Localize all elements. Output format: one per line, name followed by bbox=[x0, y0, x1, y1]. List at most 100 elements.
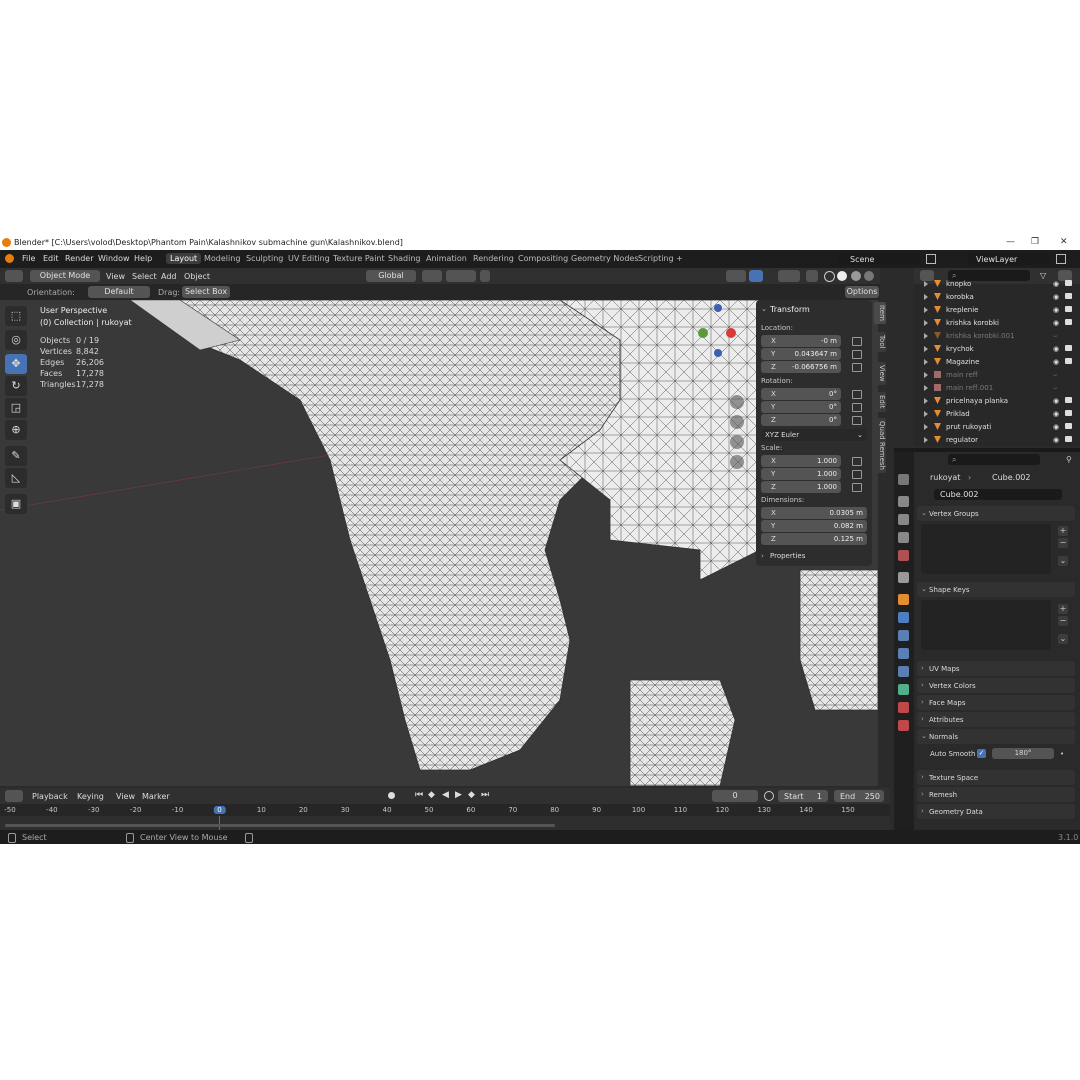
dimensions-z-field[interactable]: Z 0.125 m bbox=[761, 533, 867, 545]
lock-icon[interactable] bbox=[852, 390, 862, 399]
eye-icon[interactable]: ◉ bbox=[1053, 319, 1059, 327]
pan-icon[interactable] bbox=[730, 415, 744, 429]
mode-dropdown[interactable]: Object Mode bbox=[30, 270, 100, 282]
normals-section[interactable]: ⌄ Normals bbox=[917, 729, 1075, 744]
drag-dropdown[interactable]: Select Box bbox=[182, 286, 230, 298]
eye-icon[interactable]: ◉ bbox=[1053, 345, 1059, 353]
camera-view-icon[interactable] bbox=[730, 435, 744, 449]
eye-icon[interactable]: ◉ bbox=[1053, 280, 1059, 288]
face-maps-section[interactable]: › Face Maps bbox=[917, 695, 1075, 710]
close-button[interactable]: ✕ bbox=[1060, 237, 1068, 247]
view-layer-tab-icon[interactable] bbox=[898, 532, 909, 543]
gizmo-y-icon[interactable] bbox=[698, 328, 708, 338]
blender-menu-icon[interactable] bbox=[5, 254, 14, 263]
camera-icon[interactable] bbox=[1065, 280, 1072, 286]
eye-hidden-icon[interactable]: ⌣ bbox=[1053, 384, 1058, 393]
add-cube-icon[interactable]: ▣ bbox=[5, 494, 27, 514]
texture-tab-icon[interactable] bbox=[898, 720, 909, 731]
play-reverse-icon[interactable]: ◀ bbox=[442, 790, 449, 800]
eye-icon[interactable]: ◉ bbox=[1053, 423, 1059, 431]
material-tab-icon[interactable] bbox=[898, 702, 909, 713]
orientation-dropdown[interactable]: Default bbox=[88, 286, 150, 298]
camera-icon[interactable] bbox=[1065, 410, 1072, 416]
tab-geometry-nodes[interactable]: Geometry Nodes bbox=[567, 253, 642, 264]
expand-icon[interactable] bbox=[924, 424, 928, 430]
rotation-y-field[interactable]: Y 0° bbox=[761, 401, 841, 413]
pivot-icon[interactable] bbox=[422, 270, 442, 282]
lock-icon[interactable] bbox=[852, 416, 862, 425]
tab-item[interactable]: Item bbox=[874, 302, 886, 324]
geometry-data-section[interactable]: › Geometry Data bbox=[917, 804, 1075, 819]
camera-icon[interactable] bbox=[1065, 423, 1072, 429]
outliner-row[interactable]: prut rukoyati ◉ bbox=[914, 421, 1080, 434]
menu-render[interactable]: Render bbox=[65, 254, 93, 263]
lock-icon[interactable] bbox=[852, 337, 862, 346]
output-tab-icon[interactable] bbox=[898, 514, 909, 525]
outliner-row[interactable]: korobka ◉ bbox=[914, 291, 1080, 304]
vertex-groups-list[interactable] bbox=[921, 524, 1051, 574]
menu-keying[interactable]: Keying bbox=[77, 792, 104, 801]
expand-icon[interactable] bbox=[924, 372, 928, 378]
current-frame-field[interactable]: 0 bbox=[712, 790, 758, 802]
tab-shading[interactable]: Shading bbox=[384, 253, 425, 264]
auto-smooth-checkbox[interactable]: ✓ bbox=[977, 749, 986, 758]
tab-rendering[interactable]: Rendering bbox=[469, 253, 518, 264]
rotation-z-field[interactable]: Z 0° bbox=[761, 414, 841, 426]
options-dropdown[interactable]: Options bbox=[845, 286, 879, 298]
physics-tab-icon[interactable] bbox=[898, 648, 909, 659]
menu-window[interactable]: Window bbox=[98, 254, 130, 263]
add-vertex-group-button[interactable]: + bbox=[1058, 526, 1068, 536]
minimize-button[interactable]: — bbox=[1006, 237, 1015, 247]
expand-icon[interactable] bbox=[924, 437, 928, 443]
menu-view[interactable]: View bbox=[106, 272, 125, 281]
cursor-icon[interactable]: ◎ bbox=[5, 330, 27, 350]
select-box-icon[interactable]: ⬚ bbox=[5, 306, 27, 326]
new-view-layer-icon[interactable] bbox=[1056, 254, 1066, 264]
chevron-down-icon[interactable]: ⌄ bbox=[761, 305, 767, 313]
new-scene-icon[interactable] bbox=[926, 254, 936, 264]
outliner-row[interactable]: regulator ◉ bbox=[914, 434, 1080, 447]
annotate-icon[interactable]: ✎ bbox=[5, 446, 27, 466]
xray-toggle-icon[interactable] bbox=[806, 270, 818, 282]
gizmo-x-icon[interactable] bbox=[726, 328, 736, 338]
location-z-field[interactable]: Z -0.066756 m bbox=[761, 361, 841, 373]
move-icon[interactable]: ✥ bbox=[5, 354, 27, 374]
menu-timeline-view[interactable]: View bbox=[116, 792, 135, 801]
vertex-group-menu-button[interactable]: ⌄ bbox=[1058, 556, 1068, 566]
vertex-groups-section[interactable]: ⌄ Vertex Groups bbox=[917, 506, 1075, 521]
eye-icon[interactable]: ◉ bbox=[1053, 306, 1059, 314]
camera-icon[interactable] bbox=[1065, 345, 1072, 351]
tab-compositing[interactable]: Compositing bbox=[514, 253, 572, 264]
expand-icon[interactable] bbox=[924, 333, 928, 339]
proportional-edit-icon[interactable] bbox=[480, 270, 490, 282]
lock-icon[interactable] bbox=[852, 483, 862, 492]
wireframe-shading-icon[interactable] bbox=[824, 271, 835, 282]
outliner-row[interactable]: pricelnaya planka ◉ bbox=[914, 395, 1080, 408]
rendered-shading-icon[interactable] bbox=[864, 271, 874, 281]
current-frame-marker[interactable]: 0 bbox=[213, 806, 226, 814]
outliner-row[interactable]: knopko ◉ bbox=[914, 278, 1080, 291]
outliner-row[interactable]: krychok ◉ bbox=[914, 343, 1080, 356]
expand-icon[interactable] bbox=[924, 307, 928, 313]
lock-icon[interactable] bbox=[852, 403, 862, 412]
eye-icon[interactable]: ◉ bbox=[1053, 410, 1059, 418]
properties-search-input[interactable]: ⌕ bbox=[948, 454, 1040, 465]
dimensions-y-field[interactable]: Y 0.082 m bbox=[761, 520, 867, 532]
transform-orientation-dropdown[interactable]: Global bbox=[366, 270, 416, 282]
outliner-row[interactable]: kreplenie ◉ bbox=[914, 304, 1080, 317]
tab-animation[interactable]: Animation bbox=[422, 253, 471, 264]
object-breadcrumb[interactable]: rukoyat bbox=[930, 473, 960, 482]
solid-shading-icon[interactable] bbox=[837, 271, 847, 281]
scale-x-field[interactable]: X 1.000 bbox=[761, 455, 841, 467]
expand-icon[interactable] bbox=[924, 294, 928, 300]
tab-texture-paint[interactable]: Texture Paint bbox=[329, 253, 389, 264]
expand-icon[interactable] bbox=[924, 359, 928, 365]
scale-y-field[interactable]: Y 1.000 bbox=[761, 468, 841, 480]
tab-view[interactable]: View bbox=[874, 362, 886, 385]
gizmo-toggle-icon[interactable] bbox=[749, 270, 763, 282]
visibility-icon[interactable] bbox=[726, 270, 746, 282]
camera-icon[interactable] bbox=[1065, 319, 1072, 325]
start-frame-field[interactable]: Start 1 bbox=[778, 790, 828, 802]
eye-icon[interactable]: ◉ bbox=[1053, 397, 1059, 405]
3d-viewport[interactable]: User Perspective (0) Collection | rukoya… bbox=[0, 300, 878, 786]
